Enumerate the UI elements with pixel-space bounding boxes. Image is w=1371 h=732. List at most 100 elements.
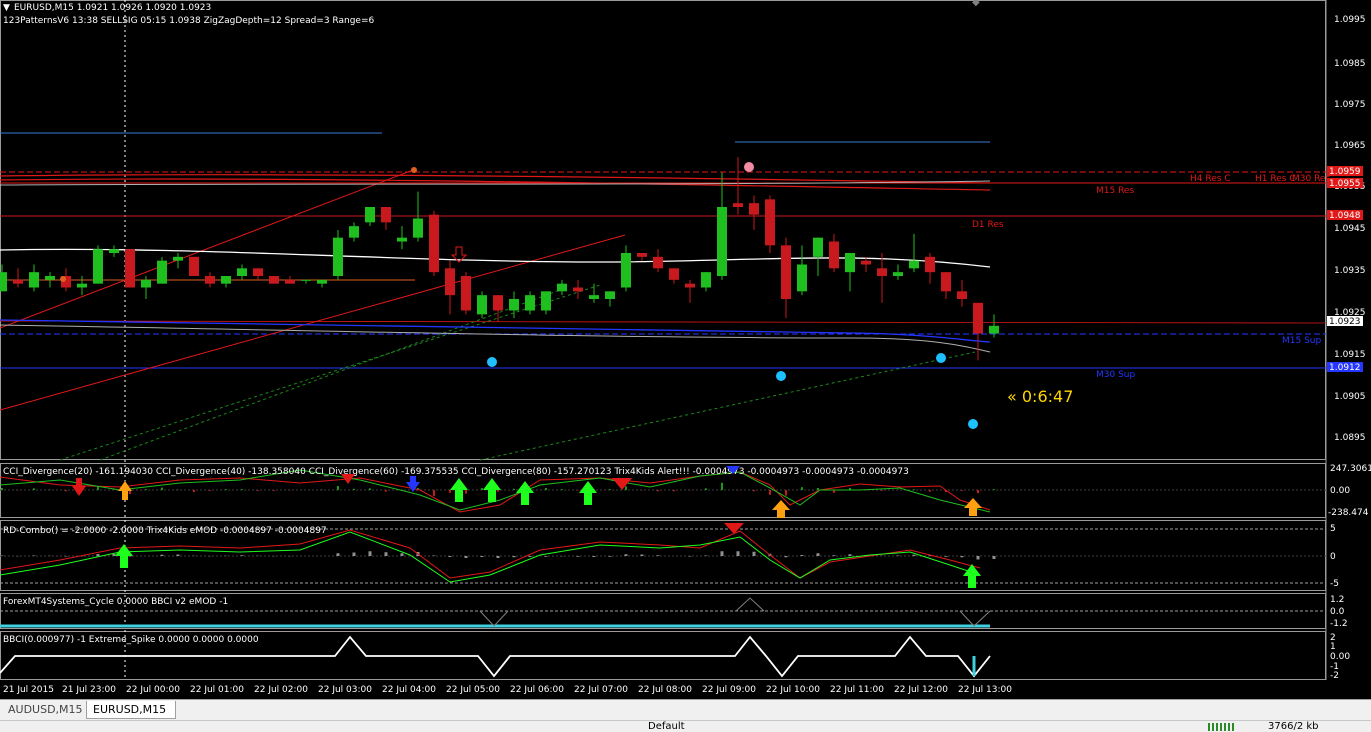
time-axis: 21 Jul 2015 21 Jul 23:00 22 Jul 00:00 22… [3, 685, 1012, 695]
candle-body [381, 207, 391, 223]
time-tick: 22 Jul 06:00 [510, 685, 564, 695]
up-arrow-icon [964, 498, 982, 516]
zigzag-dot [411, 167, 417, 173]
tab-audusd[interactable]: AUDUSD,M15 [2, 701, 86, 718]
ma-white [0, 248, 991, 268]
candle-body [189, 256, 199, 276]
level-labels: H4 Res C H1 Res C M30 Res M15 Res D1 Res… [972, 174, 1330, 380]
candle-body [221, 276, 231, 284]
candle-body [445, 268, 455, 296]
status-profile[interactable]: Default [648, 721, 685, 732]
price-tick: 1.0915 [1334, 350, 1366, 360]
status-bar: Default 3766/2 kb [0, 720, 1371, 732]
candle-body [877, 268, 887, 276]
candle-body [957, 291, 967, 299]
time-tick: 22 Jul 07:00 [574, 685, 628, 695]
time-tick: 22 Jul 13:00 [958, 685, 1012, 695]
cci-tick: 247.3061 [1330, 464, 1371, 474]
candle-body [45, 276, 55, 280]
support-dot [968, 419, 978, 429]
time-tick: 21 Jul 23:00 [62, 685, 116, 695]
price-tick: 1.0995 [1334, 15, 1366, 25]
level-label-h1-res: H1 Res C [1255, 174, 1296, 184]
sr-lines [0, 132, 1327, 369]
down-arrow-icon [612, 478, 632, 490]
candle-body [909, 260, 919, 269]
level-label-m15-res: M15 Res [1096, 186, 1134, 196]
candle-body [125, 249, 135, 288]
time-tick: 22 Jul 04:00 [382, 685, 436, 695]
candle-body [893, 272, 903, 276]
bar-timer: « 0:6:47 [1007, 387, 1073, 406]
time-tick: 22 Jul 11:00 [830, 685, 884, 695]
level-label-h4-res: H4 Res C [1190, 174, 1231, 184]
time-tick: 22 Jul 12:00 [894, 685, 948, 695]
candle-body [333, 237, 343, 276]
time-tick: 22 Jul 03:00 [318, 685, 372, 695]
time-tick: 22 Jul 01:00 [190, 685, 244, 695]
candle-body [621, 253, 631, 288]
chart-canvas[interactable]: 1.0995 1.0985 1.0975 1.0965 1.0955 1.094… [0, 0, 1371, 699]
cycle-tick: 1.2 [1330, 595, 1344, 605]
candle-body [413, 218, 423, 238]
candle-body [797, 264, 807, 292]
bbci-tick: -2 [1330, 671, 1339, 681]
candle-body [781, 245, 791, 299]
bbci-tick: 1 [1330, 642, 1336, 652]
rd-combo-title: RD-Combo() = -2.0000 -2.0000 Trix4Kids e… [3, 526, 327, 536]
cci-tick: -238.474 [1328, 508, 1369, 518]
tab-eurusd[interactable]: EURUSD,M15 [86, 701, 176, 719]
candle-body [0, 272, 7, 292]
up-arrow-icon [450, 478, 468, 502]
candle-body [205, 276, 215, 284]
time-tick: 22 Jul 02:00 [254, 685, 308, 695]
candle-body [269, 276, 279, 284]
level-label-d1-res: D1 Res [972, 220, 1004, 230]
candle-body [605, 291, 615, 299]
rd-tick: -5 [1330, 579, 1339, 589]
candle-body [653, 256, 663, 269]
candle-body [477, 295, 487, 315]
candle-body [973, 302, 983, 334]
level-tag-m15-res: 1.0955 [1329, 179, 1361, 189]
level-tag-h4: 1.0959 [1329, 167, 1361, 177]
support-dot [776, 371, 786, 381]
price-tick: 1.0935 [1334, 266, 1366, 276]
bbci-title: BBCI(0.000977) -1 Extreme_Spike 0.0000 0… [3, 635, 259, 645]
time-tick: 22 Jul 00:00 [126, 685, 180, 695]
rd-combo-pane: RD-Combo() = -2.0000 -2.0000 Trix4Kids e… [0, 523, 1339, 589]
candle-body [989, 325, 999, 334]
price-tick: 1.0965 [1334, 141, 1366, 151]
candle-body [349, 226, 359, 238]
trend-lines [0, 169, 976, 461]
cycle-tick: -1.2 [1330, 619, 1348, 629]
cci-title: CCI_Divergence(20) -161.194030 CCI_Diver… [3, 467, 909, 477]
cci-tick: 0.00 [1330, 486, 1350, 496]
symbol-header: EURUSD,M15 1.0921 1.0926 1.0920 1.0923 [14, 3, 211, 13]
chart-tab-bar: AUDUSD,M15 EURUSD,M15 [0, 699, 1371, 720]
moving-averages [0, 174, 991, 353]
candle-body [541, 291, 551, 311]
price-tick: 1.0905 [1334, 392, 1366, 402]
diamond-marker-icon: ◆ [972, 0, 980, 8]
fractal-dot [744, 162, 754, 172]
price-tick: 1.0945 [1334, 224, 1366, 234]
rd-tick: 0 [1330, 552, 1336, 562]
candle-body [941, 272, 951, 292]
support-dot [936, 353, 946, 363]
zigzag-dot [60, 276, 66, 282]
dropdown-icon[interactable]: ▼ [3, 3, 10, 13]
cycle-line-gray [479, 597, 991, 627]
cycle-pane: ForexMT4Systems_Cycle 0.0000 BBCI v2 eMO… [0, 595, 1348, 629]
ma-blue [0, 319, 991, 343]
candle-body [925, 256, 935, 273]
connection-bars-icon [1208, 723, 1234, 731]
bbci-tick: 0.00 [1330, 652, 1350, 662]
time-tick: 22 Jul 05:00 [446, 685, 500, 695]
candle-body [77, 283, 87, 288]
candle-body [301, 279, 311, 281]
level-tag-d1-res: 1.0948 [1329, 211, 1361, 221]
cycle-title: ForexMT4Systems_Cycle 0.0000 BBCI v2 eMO… [3, 597, 228, 607]
candle-body [173, 256, 183, 261]
support-dot [487, 357, 497, 367]
